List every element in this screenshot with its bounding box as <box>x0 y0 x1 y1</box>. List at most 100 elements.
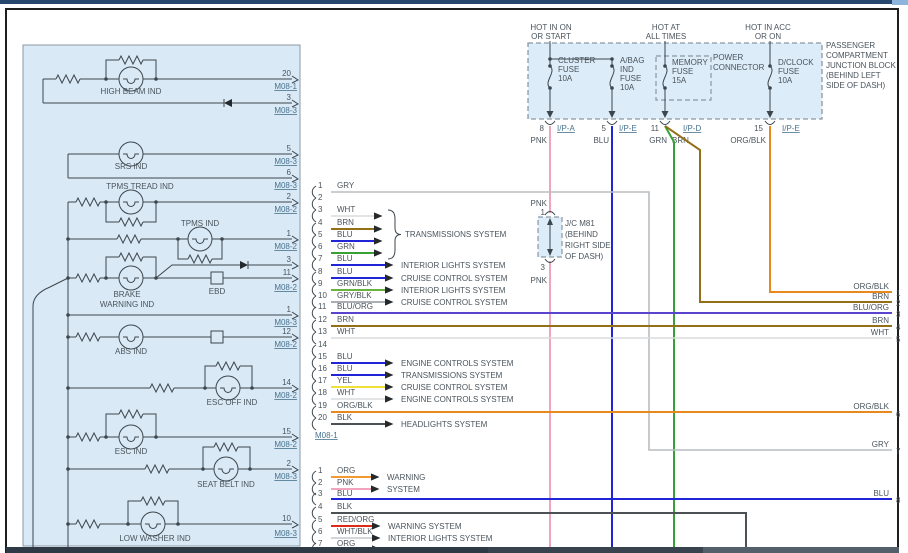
connector-link-m08-2[interactable]: M08-2 <box>274 283 297 292</box>
jc-m81-label: OF DASH) <box>565 252 604 261</box>
brace <box>388 210 401 259</box>
pin-number: 17 <box>318 376 327 385</box>
pin-number: 8 <box>896 496 901 505</box>
ebd-label: EBD <box>209 287 226 296</box>
fuse-label: 15A <box>672 76 687 85</box>
wire-color-label: WHT/BLK <box>337 527 373 536</box>
connector-link-m08-1[interactable]: M08-1 <box>315 431 338 440</box>
wire-color-label: PNK <box>337 478 354 487</box>
pin-number: 3 <box>287 255 292 264</box>
wire-color-label: BLK <box>337 502 353 511</box>
connector-link-m08-3[interactable]: M08-3 <box>274 157 297 166</box>
wire-color-label: GRY <box>337 181 355 190</box>
fuse-label: IND <box>620 65 634 74</box>
indicator-label: LOW WASHER IND <box>119 534 190 543</box>
jb-pin-number: 8 <box>540 124 545 133</box>
wire-color-label: YEL <box>337 376 353 385</box>
indicator-label: SRS IND <box>115 162 148 171</box>
pin-number: 2 <box>318 478 323 487</box>
pin-number: 14 <box>282 378 291 387</box>
right-edge-pins: ORG/BLK1 BRN2 BLU/ORG3 BRN4 WHT5 ORG/BLK… <box>853 282 901 505</box>
pin-number: 9 <box>318 279 323 288</box>
indicator-panel: HIGH BEAM IND SRS IND TPMS TREAD IND <box>23 45 300 547</box>
wire-brn <box>665 126 892 302</box>
wire-color-label: BLU/ORG <box>337 302 373 311</box>
pin-number: 20 <box>282 69 291 78</box>
power-connector-label: POWER <box>713 53 743 62</box>
connector-link-m08-2[interactable]: M08-2 <box>274 205 297 214</box>
fuse-label: CLUSTER <box>558 56 596 65</box>
power-connector-label: CONNECTOR <box>713 63 765 72</box>
pin-number: 3 <box>318 489 323 498</box>
indicator-label: TPMS IND <box>181 219 219 228</box>
wiring-diagram-viewer: HOT IN ON OR START HOT AT ALL TIMES HOT … <box>0 0 908 553</box>
connector-link-m08-2[interactable]: M08-2 <box>274 440 297 449</box>
fuse-label: A/BAG <box>620 56 644 65</box>
scrollbar-track-mid[interactable] <box>488 547 703 553</box>
system-label: INTERIOR LIGHTS SYSTEM <box>388 534 493 543</box>
connector-link-ip-e2[interactable]: I/P-E <box>782 124 800 133</box>
pin-number: 2 <box>287 192 292 201</box>
pin-number: 12 <box>282 327 291 336</box>
system-label: INTERIOR LIGHTS SYSTEM <box>401 286 506 295</box>
wire-color-label: BLU <box>337 254 353 263</box>
wire-color-label: GRN <box>649 136 667 145</box>
bottom-connector: 1ORG 2PNK 3BLU 4BLK 5RED/ORG 6WHT/BLK 7O… <box>312 466 892 553</box>
pin-number: 2 <box>287 459 292 468</box>
connector-link-m08-3[interactable]: M08-3 <box>274 181 297 190</box>
indicator-label: WARNING IND <box>100 300 155 309</box>
scrollbar-track-left[interactable] <box>6 547 488 553</box>
pin-number: 15 <box>282 427 291 436</box>
fuse-label: FUSE <box>620 74 641 83</box>
pin-number: 6 <box>318 527 323 536</box>
jc-m81: PNK 1 3 PNK J/C M81 (BEHIND RIGHT SIDE O… <box>531 199 611 285</box>
indicator-label: ESC OFF IND <box>207 398 258 407</box>
connector-link-m08-1[interactable]: M08-1 <box>274 82 297 91</box>
connector-link-ip-e[interactable]: I/P-E <box>619 124 637 133</box>
pin-number: 14 <box>318 340 327 349</box>
pin-number: 1 <box>287 229 292 238</box>
connector-link-m08-2[interactable]: M08-2 <box>274 340 297 349</box>
connector-link-m08-3[interactable]: M08-3 <box>274 106 297 115</box>
connector-link-ip-a[interactable]: I/P-A <box>557 124 575 133</box>
pin-number: 10 <box>318 291 327 300</box>
pin-number: 1 <box>896 289 901 298</box>
pin-number: 4 <box>318 218 323 227</box>
scrollbar-thumb[interactable] <box>703 547 899 553</box>
pin-number: 18 <box>318 388 327 397</box>
connector-link-m08-3[interactable]: M08-3 <box>274 472 297 481</box>
system-label: WARNING <box>387 473 425 482</box>
jb-pin-number: 5 <box>602 124 607 133</box>
horizontal-scrollbar <box>6 547 899 553</box>
connector-link-m08-2[interactable]: M08-2 <box>274 391 297 400</box>
feed-label: OR ON <box>755 32 781 41</box>
pin-number: 6 <box>896 410 901 419</box>
wire-color-label: PNK <box>531 136 548 145</box>
pin-number: 5 <box>896 335 901 344</box>
wire-color-label: BLU/ORG <box>853 303 889 312</box>
fuse-label: MEMORY <box>672 58 709 67</box>
system-label: CRUISE CONTROL SYSTEM <box>401 383 508 392</box>
connector-link-m08-3[interactable]: M08-3 <box>274 529 297 538</box>
system-label: WARNING SYSTEM <box>388 522 462 531</box>
wire-org-blk <box>770 126 892 292</box>
indicator-label: BRAKE <box>113 290 140 299</box>
pin-number: 7 <box>318 254 323 263</box>
system-label: TRANSMISSIONS SYSTEM <box>401 371 503 380</box>
wire-color-label: RED/ORG <box>337 515 374 524</box>
wire-color-label: ORG/BLK <box>337 401 373 410</box>
pin-number: 3 <box>896 310 901 319</box>
connector-m08-1: 1GRY 2 3WHT 4BRN 5BLU 6GRN 7BLU 8BLU 9GR… <box>312 181 892 440</box>
connector-link-ip-d[interactable]: I/P-D <box>683 124 701 133</box>
fuse-label: 10A <box>558 74 573 83</box>
wire-color-label: BLK <box>337 413 353 422</box>
system-label: TRANSMISSIONS SYSTEM <box>405 230 507 239</box>
wire-color-label: BLU <box>593 136 609 145</box>
indicator-label: ESC IND <box>115 447 148 456</box>
wire-grn <box>665 126 674 547</box>
connector-link-m08-2[interactable]: M08-2 <box>274 242 297 251</box>
jb-pin-number: 11 <box>651 124 660 133</box>
panel-box <box>23 45 300 546</box>
connector-link-m08-3[interactable]: M08-3 <box>274 318 297 327</box>
jc-m81-label: J/C M81 <box>565 219 595 228</box>
